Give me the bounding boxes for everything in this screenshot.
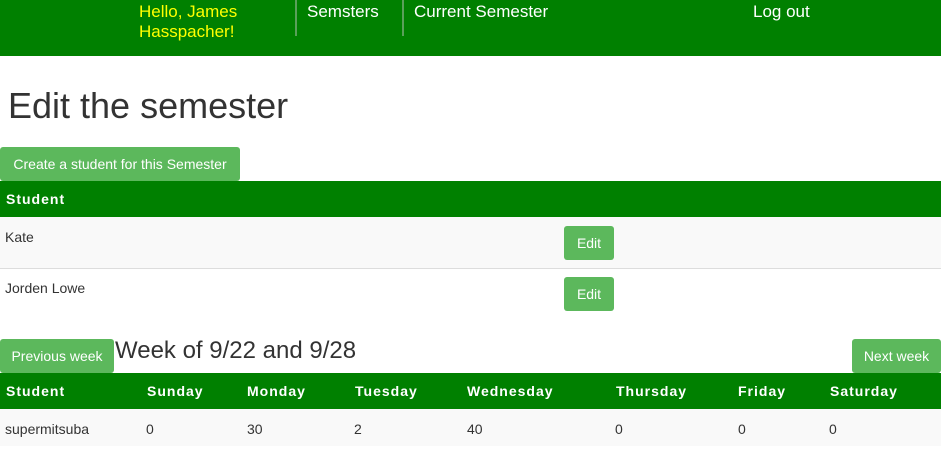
monday-value: 30 xyxy=(247,421,263,437)
sunday-value: 0 xyxy=(146,421,154,437)
create-student-button[interactable]: Create a student for this Semester xyxy=(0,147,240,181)
edit-student-button[interactable]: Edit xyxy=(564,277,614,311)
column-header-thursday: Thursday xyxy=(616,383,688,399)
column-header-monday: Monday xyxy=(247,383,306,399)
friday-value: 0 xyxy=(738,421,746,437)
nav-link-semesters[interactable]: Semsters xyxy=(307,2,379,22)
nav-divider xyxy=(402,0,404,36)
column-header-sunday: Sunday xyxy=(147,383,204,399)
column-header-saturday: Saturday xyxy=(830,383,898,399)
table-row: Jorden Lowe Edit xyxy=(0,269,941,320)
nav-link-logout[interactable]: Log out xyxy=(753,2,810,22)
top-navbar: Hello, James Hasspacher! Semsters Curren… xyxy=(0,0,941,56)
student-name: Jorden Lowe xyxy=(5,280,86,296)
students-table-header: Student xyxy=(0,181,941,217)
week-title: Week of 9/22 and 9/28 xyxy=(115,337,357,364)
thursday-value: 0 xyxy=(615,421,623,437)
page-title: Edit the semester xyxy=(8,85,289,126)
column-header-student: Student xyxy=(6,383,66,399)
nav-link-current-semester[interactable]: Current Semester xyxy=(414,2,548,22)
previous-week-button[interactable]: Previous week xyxy=(0,339,114,373)
student-name: supermitsuba xyxy=(5,421,90,437)
saturday-value: 0 xyxy=(829,421,837,437)
column-header-student: Student xyxy=(6,191,66,207)
wednesday-value: 40 xyxy=(467,421,483,437)
greeting-text: Hello, James Hasspacher! xyxy=(139,2,238,41)
student-name: Kate xyxy=(5,229,34,245)
week-table-header: Student Sunday Monday Tuesday Wednesday … xyxy=(0,373,941,409)
column-header-friday: Friday xyxy=(738,383,787,399)
nav-divider xyxy=(295,0,297,36)
table-row: supermitsuba 0 30 2 40 0 0 0 xyxy=(0,409,941,446)
table-row: Kate Edit xyxy=(0,217,941,269)
next-week-button[interactable]: Next week xyxy=(852,339,941,373)
column-header-wednesday: Wednesday xyxy=(467,383,554,399)
edit-student-button[interactable]: Edit xyxy=(564,226,614,260)
tuesday-value: 2 xyxy=(354,421,362,437)
column-header-tuesday: Tuesday xyxy=(355,383,418,399)
